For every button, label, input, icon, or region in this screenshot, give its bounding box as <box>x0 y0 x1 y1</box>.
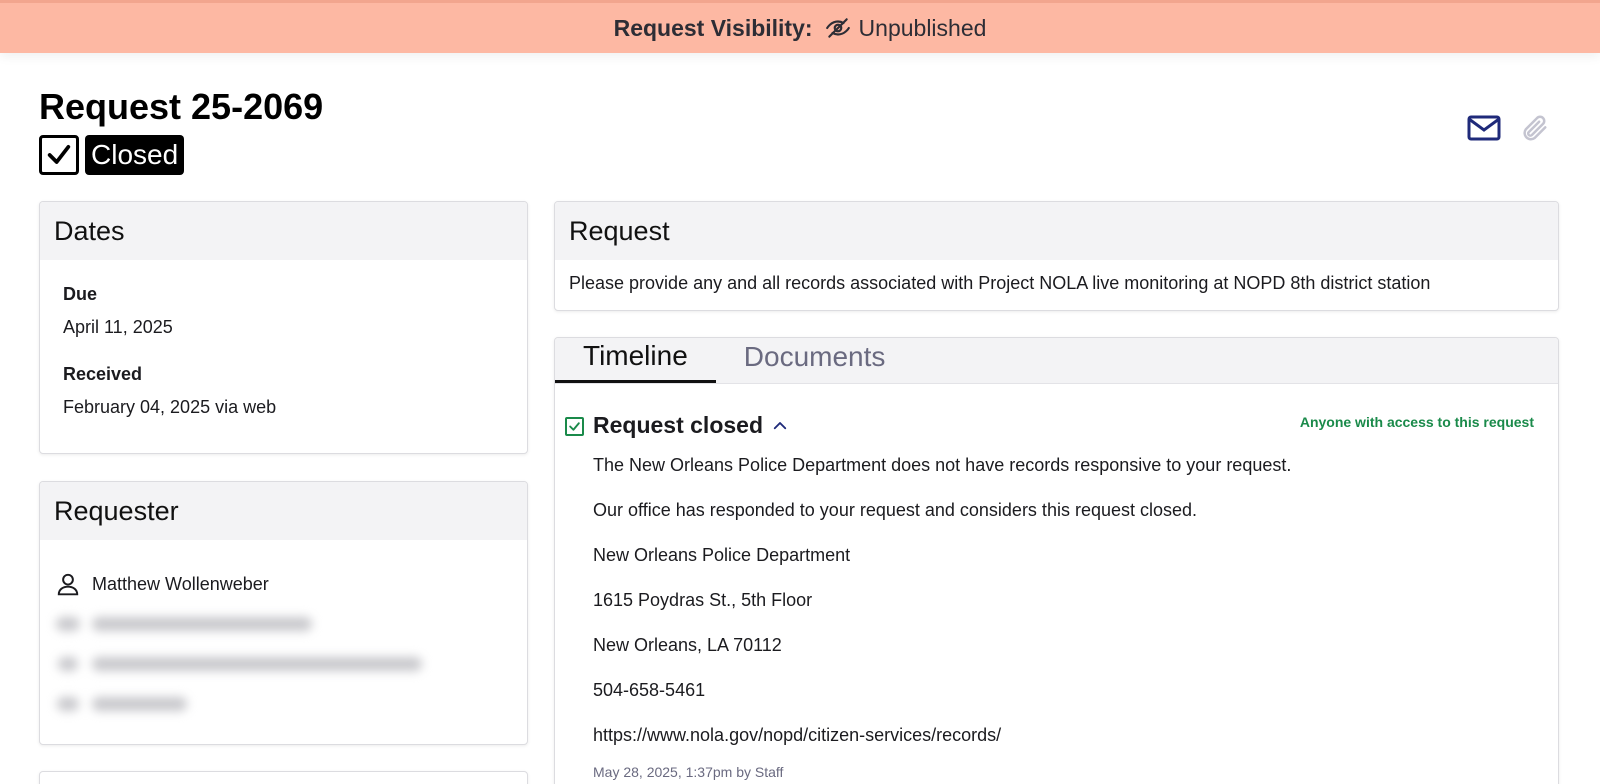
requester-address-row <box>54 644 527 684</box>
email-button[interactable] <box>1466 110 1502 146</box>
requester-card: Requester Matthew Wollenweber <box>39 481 528 745</box>
event-message-link[interactable]: https://www.nola.gov/nopd/citizen-servic… <box>593 724 1558 746</box>
requester-heading: Requester <box>40 482 527 540</box>
eye-slash-icon <box>825 18 850 38</box>
tab-bar: Timeline Documents <box>555 338 1558 384</box>
attach-button[interactable] <box>1516 110 1552 146</box>
requester-email-row <box>54 604 527 644</box>
status-badge: Closed <box>85 135 185 175</box>
event-message-line: The New Orleans Police Department does n… <box>593 455 1292 475</box>
email-icon <box>1467 115 1501 141</box>
requester-name-row: Matthew Wollenweber <box>54 564 527 604</box>
redacted-email <box>92 617 312 631</box>
received-label: Received <box>63 364 143 384</box>
checkbox-checked-icon <box>39 135 79 175</box>
due-value: April 11, 2025 <box>63 317 173 337</box>
tab-timeline[interactable]: Timeline <box>555 338 716 383</box>
status-row: Closed <box>39 135 185 175</box>
location-icon <box>54 650 82 678</box>
event-access-label: Anyone with access to this request <box>1299 414 1534 430</box>
visibility-banner: Request Visibility: Unpublished <box>0 0 1600 53</box>
event-message-line: 1615 Poydras St., 5th Floor <box>593 590 813 610</box>
timeline-card: Timeline Documents Request closed Anyone… <box>554 337 1559 784</box>
timeline-event: Request closed Anyone with access to thi… <box>555 384 1558 780</box>
request-text: Please provide any and all records assoc… <box>569 273 1431 293</box>
event-message-line: Our office has responded to your request… <box>593 500 1198 520</box>
check-square-icon <box>565 417 584 436</box>
dates-heading: Dates <box>40 202 527 260</box>
dates-card: Dates Due April 11, 2025 Received Februa… <box>39 201 528 454</box>
visibility-label: Request Visibility: <box>613 14 813 41</box>
due-label: Due <box>63 284 98 304</box>
tab-documents[interactable]: Documents <box>716 338 914 383</box>
requester-phone-row <box>54 684 527 724</box>
user-icon <box>54 570 82 598</box>
request-card: Request Please provide any and all recor… <box>554 201 1559 311</box>
request-actions <box>1466 110 1552 146</box>
request-heading: Request <box>555 202 1558 260</box>
event-message-line: New Orleans Police Department <box>593 545 851 565</box>
event-meta: May 28, 2025, 1:37pm by Staff <box>593 764 784 780</box>
chevron-up-icon <box>773 421 787 429</box>
requester-name: Matthew Wollenweber <box>92 573 269 594</box>
phone-icon <box>54 690 82 718</box>
event-message-line: 504-658-5461 <box>593 680 706 700</box>
redacted-address <box>92 657 422 671</box>
page-title: Request 25-2069 <box>39 86 324 127</box>
email-icon <box>54 610 82 638</box>
additional-card <box>39 771 528 784</box>
paperclip-icon <box>1523 115 1547 141</box>
redacted-phone <box>92 697 187 711</box>
received-value: February 04, 2025 via web <box>63 397 277 417</box>
event-title: Request closed <box>593 412 763 438</box>
visibility-value: Unpublished <box>858 14 987 41</box>
event-message-line: New Orleans, LA 70112 <box>593 635 782 655</box>
